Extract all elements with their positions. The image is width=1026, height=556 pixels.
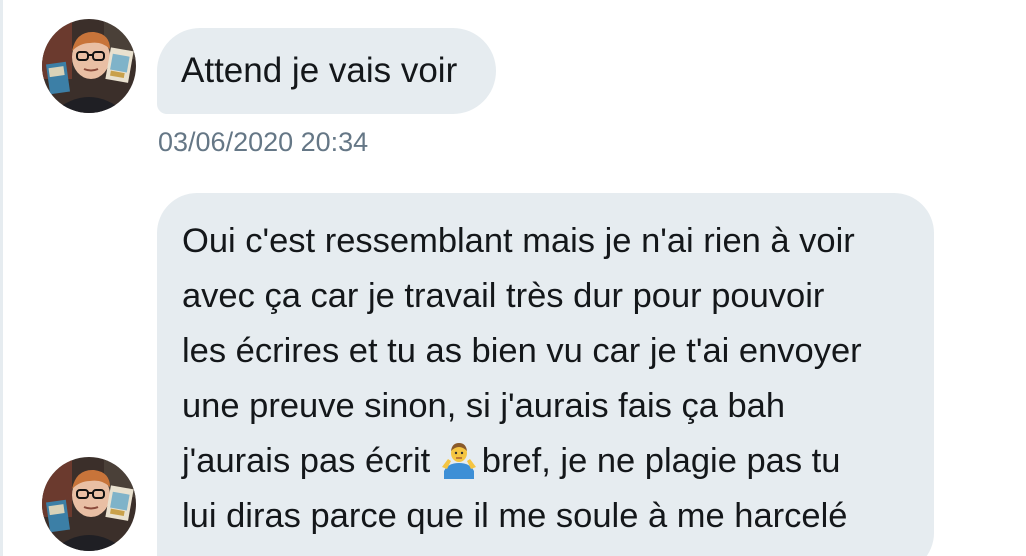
sender-avatar[interactable] — [42, 19, 136, 113]
sender-avatar[interactable] — [42, 457, 136, 551]
message-line: Oui c'est ressemblant mais je n'ai rien … — [182, 222, 855, 260]
message-line: les écrires et tu as bien vu car je t'ai… — [182, 332, 862, 370]
message-text: Attend je vais voir — [181, 51, 458, 90]
message-line: avec ça car je travail très dur pour pou… — [182, 277, 825, 315]
message-timestamp: 03/06/2020 20:34 — [158, 127, 369, 157]
message-text-segment: bref, je ne plagie pas tu — [481, 442, 841, 480]
message-text-segment: j'aurais pas écrit — [182, 442, 440, 480]
message-line-with-emoji: j'aurais pas écrit bref, je ne plagie pa… — [182, 434, 908, 489]
message-line: une preuve sinon, si j'aurais fais ça ba… — [182, 387, 786, 425]
panel-divider — [0, 0, 3, 556]
man-shrugging-emoji-icon — [440, 441, 478, 479]
message-bubble[interactable]: Attend je vais voir — [157, 28, 496, 114]
message-bubble[interactable]: Oui c'est ressemblant mais je n'ai rien … — [157, 193, 934, 556]
message-line: lui diras parce que il me soule à me har… — [182, 497, 848, 535]
